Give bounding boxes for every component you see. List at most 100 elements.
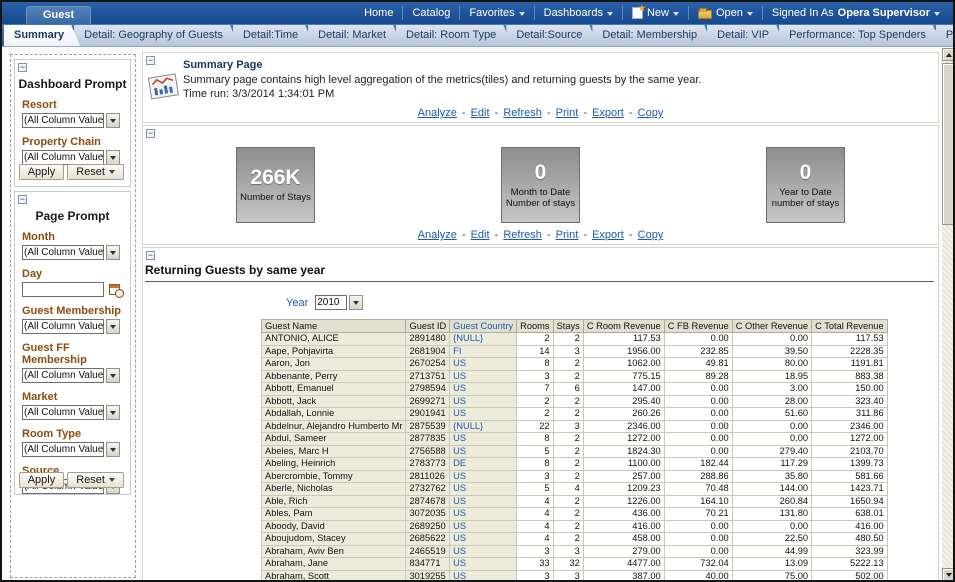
guest-country-cell[interactable]: FI <box>450 345 517 358</box>
collapse-icon[interactable]: − <box>146 251 155 260</box>
market-select[interactable]: (All Column Value <box>22 405 104 420</box>
guest-country-cell[interactable]: {NULL} <box>450 333 517 346</box>
chevron-down-icon[interactable] <box>106 319 120 334</box>
guest-country-cell[interactable]: US <box>450 545 517 558</box>
chevron-down-icon[interactable] <box>106 150 120 165</box>
chevron-down-icon[interactable] <box>106 113 120 128</box>
report-chart-icon <box>146 73 180 101</box>
tab-detail-membership[interactable]: Detail: Membership <box>592 25 713 46</box>
scrollbar-thumb[interactable] <box>942 63 955 225</box>
month-select[interactable]: (All Column Value <box>22 245 104 260</box>
print-link[interactable]: Print <box>556 229 579 241</box>
refresh-link[interactable]: Refresh <box>503 229 542 241</box>
dashboard-tab-guest[interactable]: Guest <box>26 6 91 24</box>
year-select[interactable]: 2010 <box>315 295 363 310</box>
tab-detail-time[interactable]: Detail:Time <box>233 25 314 46</box>
scroll-down-icon[interactable] <box>942 568 955 581</box>
tab-detail-room-type[interactable]: Detail: Room Type <box>396 25 512 46</box>
room-type-select[interactable]: (All Column Value <box>22 442 104 457</box>
day-input[interactable] <box>22 282 104 297</box>
chevron-down-icon[interactable] <box>349 295 363 310</box>
edit-link[interactable]: Edit <box>471 107 490 119</box>
collapse-icon[interactable]: − <box>18 195 27 204</box>
refresh-link[interactable]: Refresh <box>503 107 542 119</box>
topnav-item-favorites[interactable]: Favorites <box>459 6 533 20</box>
guest-country-cell[interactable]: US <box>450 370 517 383</box>
tab-detail-vip[interactable]: Detail: VIP <box>707 25 785 46</box>
topnav-item-signed-in-as[interactable]: Signed In AsOpera Supervisor <box>762 6 949 20</box>
col-header-c-total-revenue[interactable]: C Total Revenue <box>812 320 888 333</box>
tab-detail-source[interactable]: Detail:Source <box>506 25 598 46</box>
copy-link[interactable]: Copy <box>638 107 664 119</box>
col-header-guest-country[interactable]: Guest Country <box>450 320 517 333</box>
resort-select[interactable]: (All Column Value <box>22 113 104 128</box>
chevron-down-icon[interactable] <box>106 368 120 383</box>
col-header-guest-name[interactable]: Guest Name <box>262 320 406 333</box>
guest-country-cell[interactable]: US <box>450 495 517 508</box>
collapse-icon[interactable]: − <box>146 56 155 65</box>
export-link[interactable]: Export <box>592 229 624 241</box>
guest-membership-select[interactable]: (All Column Value <box>22 319 104 334</box>
topnav-item-new[interactable]: New <box>622 6 688 20</box>
guest-country-cell[interactable]: US <box>450 383 517 396</box>
kpi-value: 0 <box>800 162 812 184</box>
collapse-icon[interactable]: − <box>18 63 27 72</box>
tab-detail-geography-of-guests[interactable]: Detail: Geography of Guests <box>74 25 239 46</box>
collapse-icon[interactable]: − <box>146 129 155 138</box>
guest-name-cell: Abbott, Jack <box>262 395 406 408</box>
guest-country-cell[interactable]: US <box>450 433 517 446</box>
guest-country-cell[interactable]: US <box>450 358 517 371</box>
print-link[interactable]: Print <box>556 107 579 119</box>
edit-link[interactable]: Edit <box>471 229 490 241</box>
guest-name-cell: ANTONIO, ALICE <box>262 333 406 346</box>
chevron-down-icon[interactable] <box>106 245 120 260</box>
guest-country-cell[interactable]: US <box>450 533 517 546</box>
topnav-item-catalog[interactable]: Catalog <box>402 6 459 20</box>
guest-country-cell[interactable]: US <box>450 408 517 421</box>
analyze-link[interactable]: Analyze <box>418 229 457 241</box>
topnav-item-open[interactable]: Open <box>688 6 762 20</box>
guest-country-cell[interactable]: US <box>450 570 517 582</box>
col-header-c-other-revenue[interactable]: C Other Revenue <box>732 320 811 333</box>
topnav-item-home[interactable]: Home <box>355 6 402 20</box>
chevron-down-icon[interactable] <box>106 442 120 457</box>
guest-ff-membership-select[interactable]: (All Column Value <box>22 368 104 383</box>
table-row: Abdallah, Lonnie2901941US22260.260.0051.… <box>262 408 888 421</box>
col-header-c-room-revenue[interactable]: C Room Revenue <box>583 320 664 333</box>
tab-performance-top-spenders[interactable]: Performance: Top Spenders <box>779 25 942 46</box>
apply-button[interactable]: Apply <box>19 164 65 180</box>
cell: 144.00 <box>732 483 811 496</box>
guest-country-cell[interactable]: US <box>450 445 517 458</box>
tab-summary[interactable]: Summary <box>4 25 80 46</box>
vertical-scrollbar[interactable] <box>942 48 955 582</box>
guest-country-cell[interactable]: US <box>450 508 517 521</box>
col-header-guest-id[interactable]: Guest ID <box>406 320 450 333</box>
col-header-stays[interactable]: Stays <box>553 320 583 333</box>
col-header-c-fb-revenue[interactable]: C FB Revenue <box>664 320 732 333</box>
kpi-value: 0 <box>535 162 547 184</box>
apply-button[interactable]: Apply <box>19 472 65 488</box>
analyze-link[interactable]: Analyze <box>418 107 457 119</box>
scroll-up-icon[interactable] <box>942 48 955 61</box>
guest-country-cell[interactable]: US <box>450 483 517 496</box>
guest-country-cell[interactable]: US <box>450 558 517 571</box>
cell: 2 <box>553 333 583 346</box>
guest-country-cell[interactable]: US <box>450 470 517 483</box>
guest-country-cell[interactable]: US <box>450 395 517 408</box>
chevron-down-icon[interactable] <box>106 405 120 420</box>
reset-button[interactable]: Reset <box>67 164 124 180</box>
guest-country-cell[interactable]: DE <box>450 458 517 471</box>
cell: 2346.00 <box>812 420 888 433</box>
cell: 4 <box>517 495 553 508</box>
col-header-rooms[interactable]: Rooms <box>517 320 553 333</box>
topnav-item-label: New <box>647 7 669 19</box>
export-link[interactable]: Export <box>592 107 624 119</box>
topnav-item-dashboards[interactable]: Dashboards <box>534 6 622 20</box>
reset-button[interactable]: Reset <box>67 472 124 488</box>
calendar-icon[interactable] <box>109 284 120 295</box>
tab-detail-market[interactable]: Detail: Market <box>308 25 402 46</box>
property-chain-select[interactable]: (All Column Value <box>22 150 104 165</box>
copy-link[interactable]: Copy <box>638 229 664 241</box>
guest-country-cell[interactable]: US <box>450 520 517 533</box>
guest-country-cell[interactable]: {NULL} <box>450 420 517 433</box>
